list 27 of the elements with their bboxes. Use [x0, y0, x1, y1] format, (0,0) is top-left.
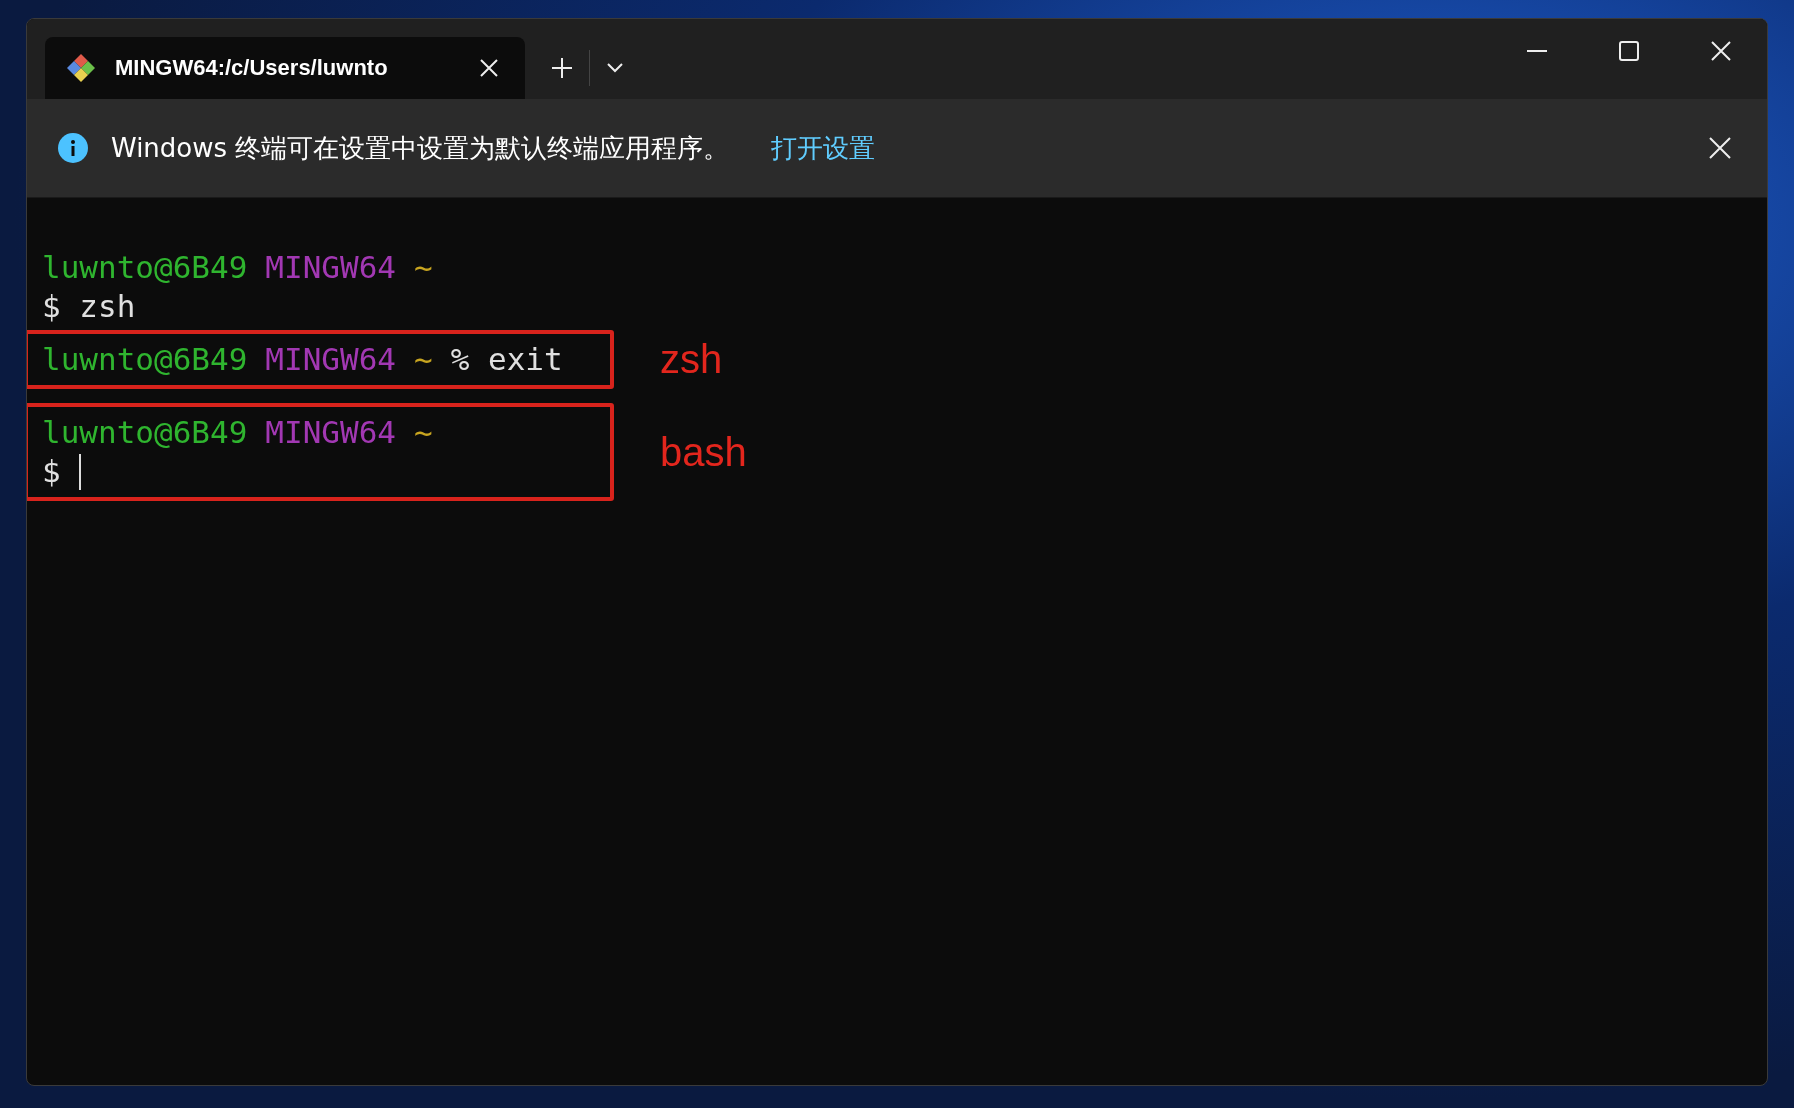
prompt-user: luwnto@6B49 [42, 413, 248, 452]
command-text: % exit [450, 340, 563, 379]
terminal-tab[interactable]: MINGW64:/c/Users/luwnto [45, 37, 525, 99]
command-text: $ zsh [42, 287, 136, 326]
diamond-app-icon [65, 52, 97, 84]
prompt-host: MINGW64 [265, 340, 396, 379]
prompt-user: luwnto@6B49 [42, 248, 248, 287]
tab-title: MINGW64:/c/Users/luwnto [115, 55, 389, 81]
annotation-label: bash [660, 429, 747, 475]
prompt-path: ~ [413, 248, 433, 287]
annotation-label: zsh [660, 337, 723, 382]
prompt-host: MINGW64 [265, 248, 396, 287]
prompt-host: MINGW64 [265, 413, 396, 452]
maximize-icon [1619, 41, 1639, 61]
info-message: Windows 终端可在设置中设置为默认终端应用程序。 [111, 131, 730, 165]
close-icon [479, 58, 499, 78]
plus-icon [551, 57, 573, 79]
prompt-path: ~ [413, 340, 433, 379]
prompt-user: luwnto@6B49 [42, 340, 248, 379]
close-icon [1711, 41, 1731, 61]
info-icon [57, 132, 89, 164]
open-settings-link[interactable]: 打开设置 [771, 130, 876, 166]
minimize-icon [1527, 50, 1547, 52]
close-icon [1709, 137, 1731, 159]
prompt-path: ~ [413, 413, 433, 452]
command-text: $ [42, 452, 61, 491]
chevron-down-icon [606, 62, 624, 74]
